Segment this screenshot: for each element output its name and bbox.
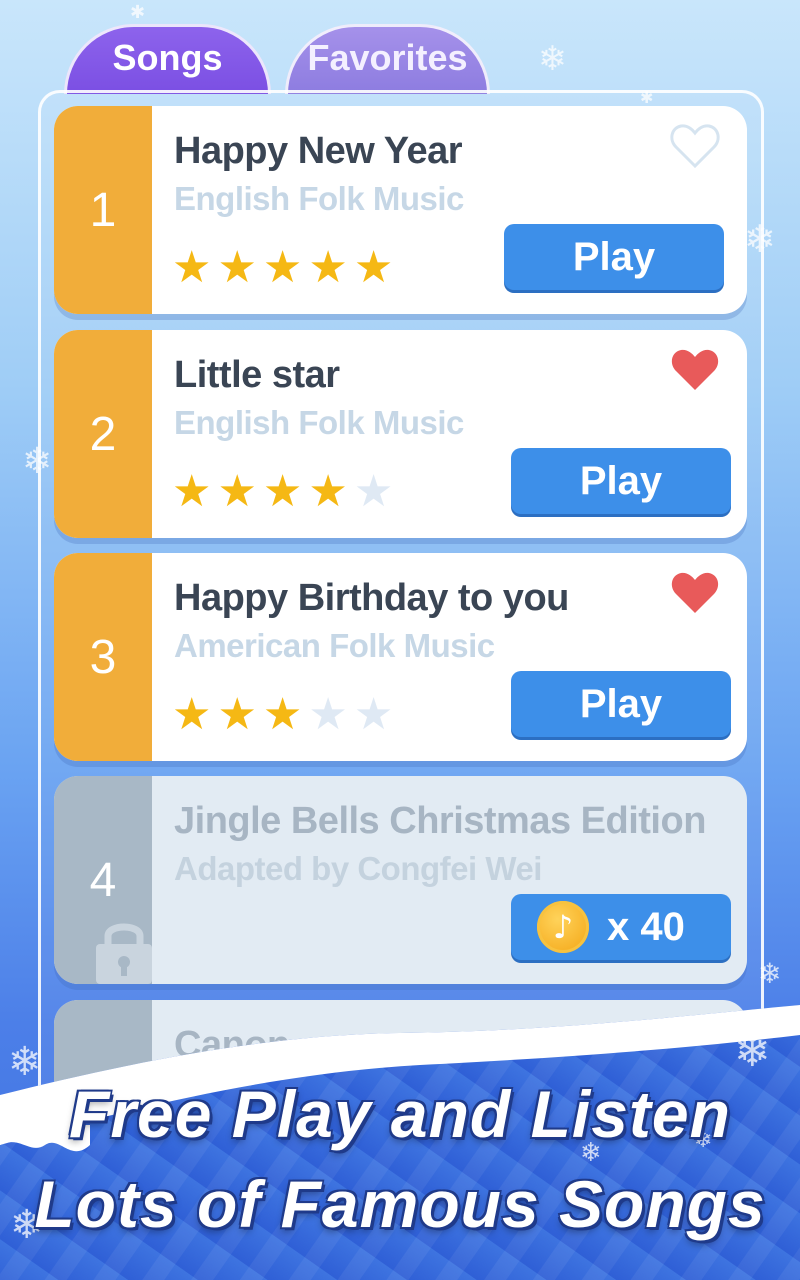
star-icon: ★ bbox=[353, 689, 394, 740]
star-icon: ★ bbox=[217, 689, 257, 740]
play-button[interactable]: Play bbox=[504, 224, 724, 290]
play-button[interactable]: Play bbox=[511, 671, 731, 737]
song-number: 2 bbox=[54, 330, 152, 538]
star-icon: ★ bbox=[262, 242, 303, 293]
tab-favorites[interactable]: Favorites bbox=[285, 24, 490, 94]
star-icon: ★ bbox=[172, 242, 212, 293]
unlock-button[interactable]: ♪ x 40 bbox=[511, 894, 731, 960]
star-icon: ★ bbox=[353, 242, 394, 293]
song-title: Happy New Year bbox=[174, 130, 463, 172]
music-note-coin-icon: ♪ bbox=[537, 901, 589, 953]
star-rating: ★ ★ ★ ★ ★ bbox=[172, 246, 393, 290]
play-button[interactable]: Play bbox=[511, 448, 731, 514]
banner-headline-line2: Lots of Famous Songs bbox=[34, 1167, 766, 1241]
song-card-locked[interactable]: 4 Jingle Bells Christmas Edition Adapted… bbox=[54, 776, 747, 984]
song-card: 3 Happy Birthday to you American Folk Mu… bbox=[54, 553, 747, 761]
song-title: Little star bbox=[174, 354, 340, 396]
snowflake-icon: ❄ bbox=[734, 1026, 771, 1077]
snowflake-icon: ❄ bbox=[538, 39, 567, 79]
song-title: Happy Birthday to you bbox=[174, 577, 569, 619]
song-number: 3 bbox=[54, 553, 152, 761]
star-icon: ★ bbox=[262, 689, 303, 740]
song-number: 1 bbox=[54, 106, 152, 314]
heart-icon[interactable] bbox=[669, 346, 721, 394]
lock-icon bbox=[96, 923, 152, 984]
snowflake-icon: ✱ bbox=[130, 2, 146, 23]
star-icon: ★ bbox=[308, 242, 348, 293]
banner-headline-line1: Free Play and Listen bbox=[69, 1077, 731, 1151]
song-subtitle: English Folk Music bbox=[174, 180, 464, 217]
star-icon: ★ bbox=[217, 242, 257, 293]
star-icon: ★ bbox=[172, 466, 212, 517]
song-title: Jingle Bells Christmas Edition bbox=[174, 800, 706, 842]
song-subtitle: English Folk Music bbox=[174, 404, 464, 441]
star-rating: ★ ★ ★ ★ ★ bbox=[172, 470, 393, 514]
star-icon: ★ bbox=[308, 466, 348, 517]
song-card: 1 Happy New Year English Folk Music ★ ★ … bbox=[54, 106, 747, 314]
tab-songs[interactable]: Songs bbox=[64, 24, 271, 94]
unlock-cost: x 40 bbox=[607, 904, 685, 949]
star-icon: ★ bbox=[353, 466, 394, 517]
song-card: 2 Little star English Folk Music ★ ★ ★ ★… bbox=[54, 330, 747, 538]
heart-icon[interactable] bbox=[669, 569, 721, 617]
star-icon: ★ bbox=[262, 466, 303, 517]
song-subtitle: Adapted by Congfei Wei bbox=[174, 850, 542, 887]
star-icon: ★ bbox=[308, 689, 348, 740]
song-subtitle: American Folk Music bbox=[174, 627, 495, 664]
star-rating: ★ ★ ★ ★ ★ bbox=[172, 693, 393, 737]
star-icon: ★ bbox=[172, 689, 212, 740]
star-icon: ★ bbox=[217, 466, 257, 517]
heart-icon[interactable] bbox=[669, 122, 721, 170]
